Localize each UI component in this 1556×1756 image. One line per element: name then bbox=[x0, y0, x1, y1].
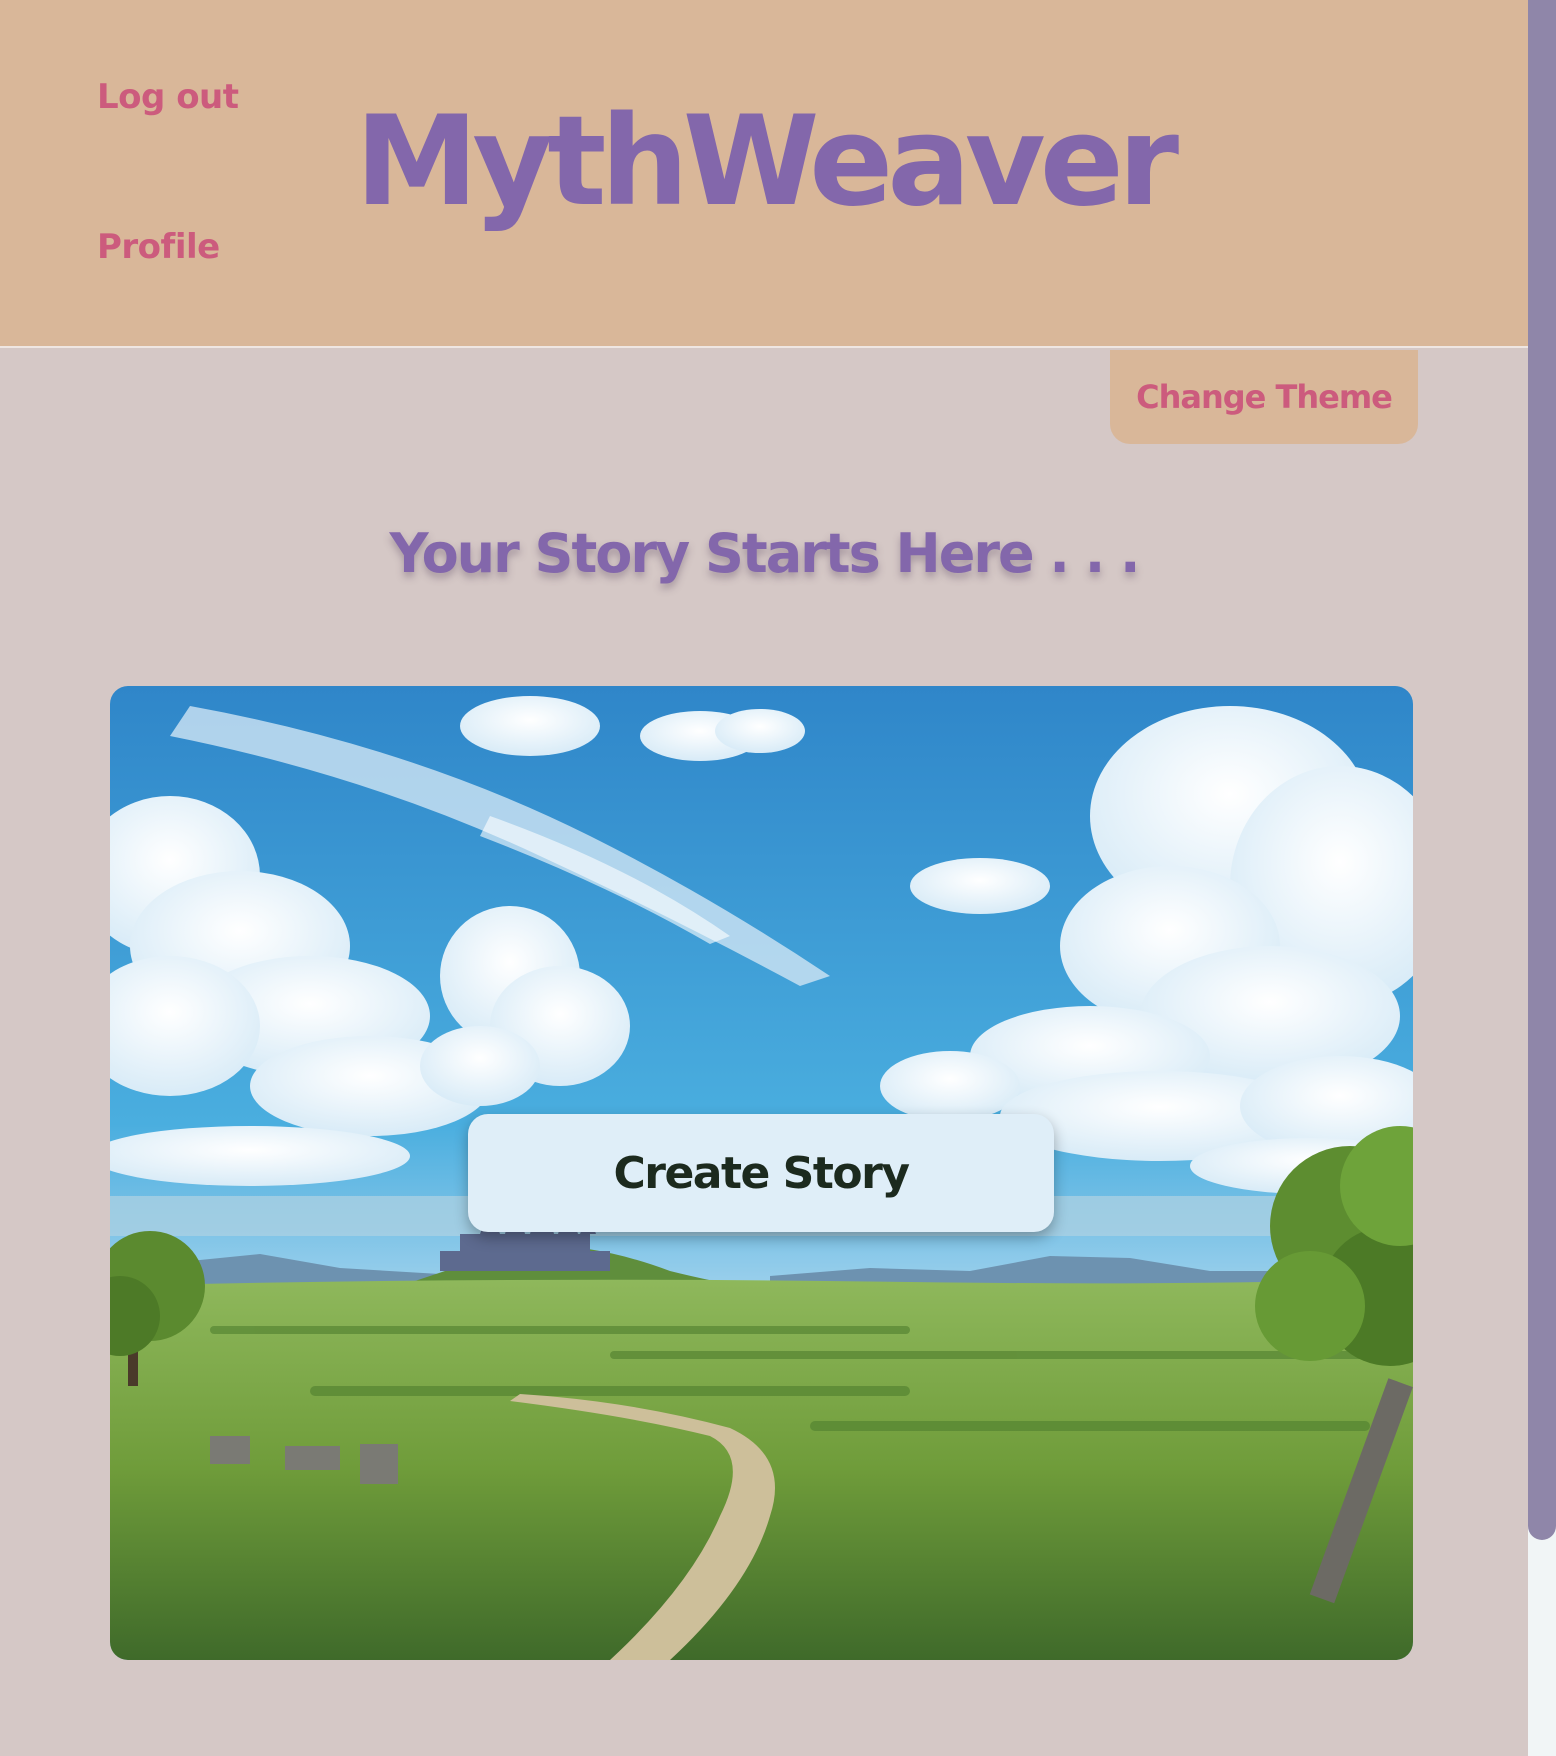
page-heading: Your Story Starts Here . . . bbox=[389, 522, 1140, 585]
scrollbar-thumb[interactable] bbox=[1528, 0, 1556, 1540]
change-theme-button[interactable]: Change Theme bbox=[1110, 350, 1418, 444]
profile-link[interactable]: Profile bbox=[97, 230, 220, 264]
create-story-button[interactable]: Create Story bbox=[468, 1114, 1054, 1232]
brand-title: MythWeaver bbox=[355, 90, 1179, 234]
app-header: Log out Profile MythWeaver bbox=[0, 0, 1528, 348]
